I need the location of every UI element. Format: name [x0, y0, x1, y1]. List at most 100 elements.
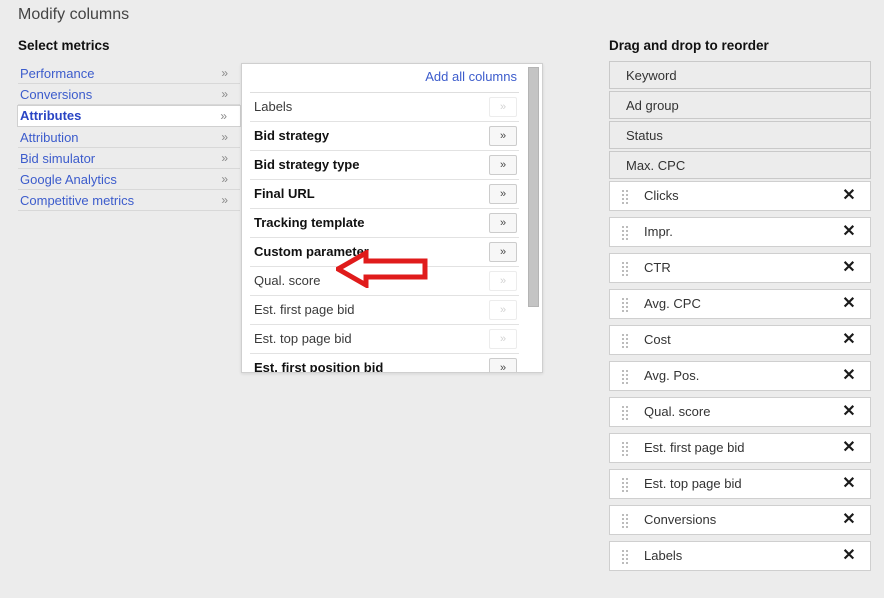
metric-row: Est. first position bid »	[250, 354, 519, 373]
column-item-label: Avg. Pos.	[644, 368, 700, 383]
column-item-label: Qual. score	[644, 404, 711, 419]
category-item-competitive-metrics[interactable]: Competitive metrics »	[18, 190, 240, 211]
category-item-label: Attributes	[20, 108, 82, 123]
drag-handle-icon[interactable]	[622, 226, 629, 240]
reorderable-column-item[interactable]: Conversions ✕	[609, 505, 871, 535]
chevron-right-icon: »	[221, 172, 228, 186]
chevron-right-icon: »	[221, 66, 228, 80]
remove-column-button[interactable]: ✕	[838, 329, 860, 351]
drag-handle-icon[interactable]	[622, 262, 629, 276]
column-item-label: Cost	[644, 332, 671, 347]
remove-column-button[interactable]: ✕	[838, 365, 860, 387]
chevron-right-icon: »	[221, 151, 228, 165]
drag-handle-icon[interactable]	[622, 478, 629, 492]
remove-column-button[interactable]: ✕	[838, 401, 860, 423]
reorderable-column-item[interactable]: Est. first page bid ✕	[609, 433, 871, 463]
metric-row: Custom parameter »	[250, 238, 519, 267]
metric-row-label: Qual. score	[254, 273, 321, 288]
selected-columns-reorder-list: Keyword Ad group Status Max. CPC Clicks ✕ Impr…	[609, 61, 871, 577]
drag-drop-reorder-title: Drag and drop to reorder	[609, 38, 769, 53]
metric-row-label: Bid strategy type	[254, 157, 360, 172]
metric-row-label: Est. top page bid	[254, 331, 352, 346]
column-item-label: Impr.	[644, 224, 673, 239]
category-item-conversions[interactable]: Conversions »	[18, 84, 240, 105]
select-metrics-title: Select metrics	[18, 38, 110, 53]
category-item-attribution[interactable]: Attribution »	[18, 127, 240, 148]
column-item-label: Keyword	[626, 68, 677, 83]
reorderable-column-item[interactable]: Qual. score ✕	[609, 397, 871, 427]
column-item-label: Labels	[644, 548, 683, 563]
reorderable-column-item[interactable]: Labels ✕	[609, 541, 871, 571]
add-metric-button[interactable]: »	[489, 126, 517, 146]
reorderable-column-item[interactable]: Impr. ✕	[609, 217, 871, 247]
reorderable-column-item[interactable]: Est. top page bid ✕	[609, 469, 871, 499]
add-metric-button[interactable]: »	[489, 213, 517, 233]
category-item-google-analytics[interactable]: Google Analytics »	[18, 169, 240, 190]
add-metric-button: »	[489, 329, 517, 349]
metric-row-label: Est. first position bid	[254, 360, 384, 373]
locked-column-item: Max. CPC	[609, 151, 871, 179]
metric-row: Est. first page bid »	[250, 296, 519, 325]
column-item-label: CTR	[644, 260, 671, 275]
locked-column-item: Keyword	[609, 61, 871, 89]
add-metric-button[interactable]: »	[489, 242, 517, 262]
column-item-label: Status	[626, 128, 663, 143]
column-item-label: Conversions	[644, 512, 717, 527]
drag-handle-icon[interactable]	[622, 370, 629, 384]
metric-row: Tracking template »	[250, 209, 519, 238]
drag-handle-icon[interactable]	[622, 406, 629, 420]
remove-column-button[interactable]: ✕	[838, 257, 860, 279]
locked-column-item: Ad group	[609, 91, 871, 119]
metric-row-label: Est. first page bid	[254, 302, 355, 317]
add-metric-button: »	[489, 300, 517, 320]
drag-handle-icon[interactable]	[622, 550, 629, 564]
metric-selection-panel: Add all columns Labels» Bid strategy» Bid …	[241, 63, 543, 373]
chevron-right-icon: »	[220, 109, 227, 123]
metric-row: Final URL »	[250, 180, 519, 209]
category-item-performance[interactable]: Performance »	[18, 63, 240, 84]
category-item-label: Bid simulator	[20, 151, 96, 166]
reorderable-column-item[interactable]: Avg. CPC ✕	[609, 289, 871, 319]
remove-column-button[interactable]: ✕	[838, 509, 860, 531]
page-title: Modify columns	[18, 6, 130, 23]
add-metric-button[interactable]: »	[489, 184, 517, 204]
metric-row: Est. top page bid »	[250, 325, 519, 354]
category-item-label: Attribution	[20, 130, 79, 145]
reorderable-column-item[interactable]: Cost ✕	[609, 325, 871, 355]
column-item-label: Clicks	[644, 188, 679, 203]
metric-category-list: Performance» Conversions» Attributes» Attri…	[17, 63, 241, 211]
add-all-columns-link[interactable]: Add all columns	[425, 69, 517, 84]
metric-row-label: Custom parameter	[254, 244, 369, 259]
metric-row-label: Final URL	[254, 186, 315, 201]
add-all-columns-row: Add all columns	[250, 64, 519, 93]
remove-column-button[interactable]: ✕	[838, 185, 860, 207]
reorderable-column-item[interactable]: Clicks ✕	[609, 181, 871, 211]
add-metric-button[interactable]: »	[489, 358, 517, 372]
reorderable-column-item[interactable]: CTR ✕	[609, 253, 871, 283]
drag-handle-icon[interactable]	[622, 442, 629, 456]
remove-column-button[interactable]: ✕	[838, 545, 860, 567]
drag-handle-icon[interactable]	[622, 190, 629, 204]
category-item-attributes[interactable]: Attributes »	[17, 105, 241, 127]
drag-handle-icon[interactable]	[622, 298, 629, 312]
drag-handle-icon[interactable]	[622, 334, 629, 348]
column-item-label: Est. top page bid	[644, 476, 742, 491]
remove-column-button[interactable]: ✕	[838, 293, 860, 315]
remove-column-button[interactable]: ✕	[838, 437, 860, 459]
metric-row: Bid strategy »	[250, 122, 519, 151]
metric-panel-scrollbar-thumb[interactable]	[528, 67, 539, 307]
add-metric-button: »	[489, 97, 517, 117]
remove-column-button[interactable]: ✕	[838, 221, 860, 243]
drag-handle-icon[interactable]	[622, 514, 629, 528]
category-item-bid-simulator[interactable]: Bid simulator »	[18, 148, 240, 169]
reorderable-column-item[interactable]: Avg. Pos. ✕	[609, 361, 871, 391]
metric-panel-scrollbar-track[interactable]	[528, 65, 541, 372]
add-metric-button[interactable]: »	[489, 155, 517, 175]
remove-column-button[interactable]: ✕	[838, 473, 860, 495]
metric-row: Labels »	[250, 93, 519, 122]
column-item-label: Est. first page bid	[644, 440, 745, 455]
chevron-right-icon: »	[221, 87, 228, 101]
column-item-label: Avg. CPC	[644, 296, 701, 311]
column-item-label: Ad group	[626, 98, 679, 113]
category-item-label: Google Analytics	[20, 172, 117, 187]
